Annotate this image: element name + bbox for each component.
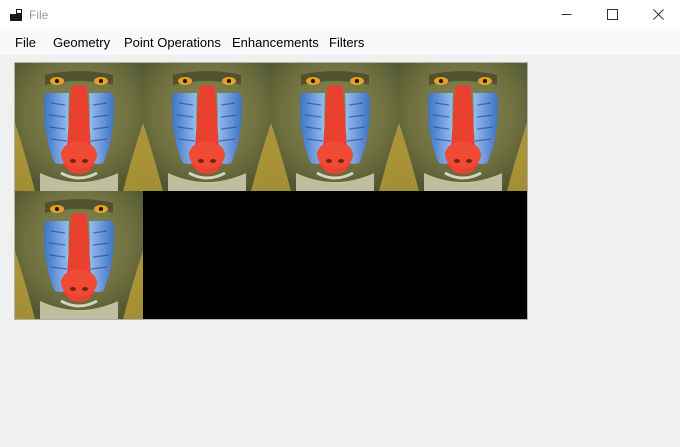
menu-filters[interactable]: Filters	[329, 35, 364, 50]
app-window-icon[interactable]	[10, 9, 23, 21]
mandrill-image	[15, 63, 143, 191]
image-tile-1	[15, 63, 143, 191]
close-icon	[652, 7, 664, 25]
menu-bar: File Geometry Point Operations Enhanceme…	[0, 31, 680, 55]
window-title: File	[29, 8, 49, 22]
image-canvas[interactable]	[14, 62, 528, 320]
image-tile-4	[399, 63, 527, 191]
menu-geometry[interactable]: Geometry	[53, 35, 110, 50]
minimize-icon	[561, 7, 572, 25]
image-tile-3	[271, 63, 399, 191]
mandrill-image	[143, 63, 271, 191]
mandrill-image	[399, 63, 527, 191]
maximize-icon	[606, 7, 618, 25]
image-tile-2	[143, 63, 271, 191]
title-bar: File	[0, 0, 680, 31]
minimize-button[interactable]	[543, 0, 589, 31]
image-tile-5	[15, 191, 143, 319]
mandrill-image	[271, 63, 399, 191]
menu-enhancements[interactable]: Enhancements	[232, 35, 319, 50]
close-button[interactable]	[635, 0, 680, 31]
menu-point-operations[interactable]: Point Operations	[124, 35, 221, 50]
mandrill-image	[15, 191, 143, 319]
menu-file[interactable]: File	[15, 35, 36, 50]
maximize-button[interactable]	[589, 0, 635, 31]
